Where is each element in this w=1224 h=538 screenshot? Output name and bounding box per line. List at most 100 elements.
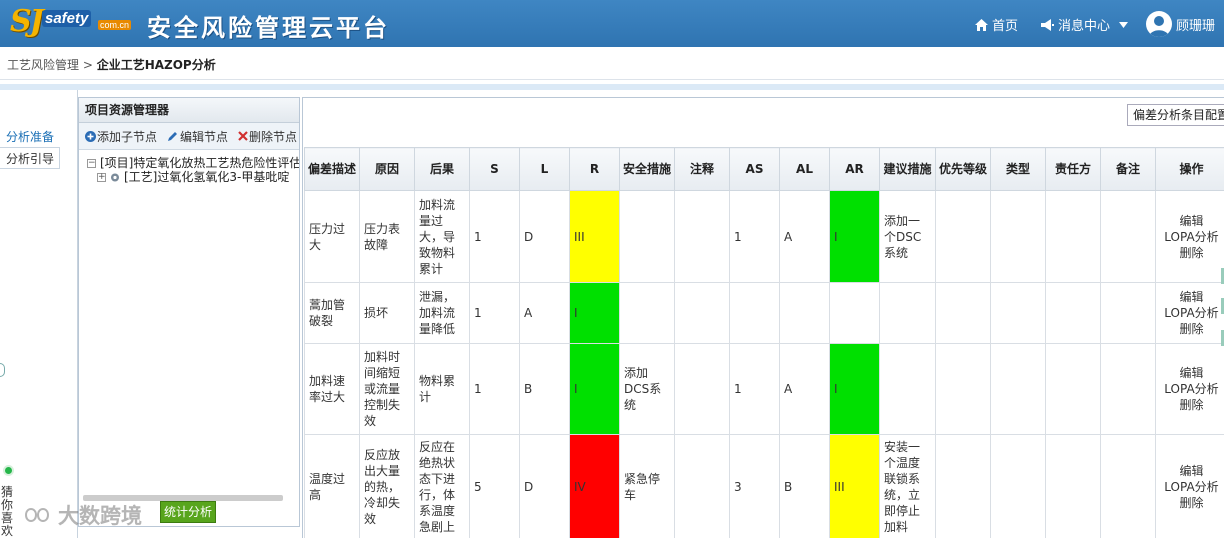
cell-note [674, 434, 730, 538]
cell-as: 3 [729, 434, 780, 538]
column-header[interactable]: AR [829, 147, 880, 191]
user-name-label: 顾珊珊 [1176, 19, 1216, 34]
cell-empty [990, 190, 1046, 283]
hazop-table: 偏差描述 原因 后果 S L R 安全措施 注释 AS AL AR 建议措施 优… [304, 147, 1224, 538]
tree-node-project[interactable]: − [项目]特定氧化放热工艺热危险性评估 [87, 156, 299, 170]
edit-node-button[interactable]: 编辑节点 [163, 127, 232, 146]
column-header[interactable]: 偏差描述 [304, 147, 360, 191]
lopa-analysis-link[interactable]: LOPA分析 [1160, 381, 1223, 397]
logo-word: safety [42, 10, 92, 27]
cell-l: A [519, 282, 570, 344]
cell-r: I [569, 343, 620, 435]
statistics-button[interactable]: 统计分析 [160, 501, 216, 523]
delete-node-button[interactable]: 删除节点 [234, 127, 301, 146]
cell-ar [829, 282, 880, 344]
column-header[interactable]: L [519, 147, 570, 191]
cell-empty [935, 190, 991, 283]
lopa-analysis-link[interactable]: LOPA分析 [1160, 305, 1223, 321]
delete-row-link[interactable]: 删除 [1160, 245, 1223, 261]
delete-row-link[interactable]: 删除 [1160, 397, 1223, 413]
column-header[interactable]: 注释 [674, 147, 730, 191]
cell-ar: III [829, 434, 880, 538]
add-child-node-label: 添加子节点 [97, 129, 158, 144]
column-header[interactable]: R [569, 147, 620, 191]
cell-l: B [519, 343, 570, 435]
cell-empty [935, 434, 991, 538]
column-header[interactable]: 类型 [990, 147, 1046, 191]
lopa-analysis-link[interactable]: LOPA分析 [1160, 479, 1223, 495]
collapse-handle[interactable] [0, 363, 5, 377]
expand-toggle-icon[interactable]: + [97, 172, 106, 182]
caret-down-icon [1119, 21, 1129, 28]
home-icon [975, 18, 988, 31]
nav-home-label: 首页 [992, 19, 1019, 34]
table-row[interactable]: 温度过高 反应放出大量的热，冷却失效 反应在绝热状态下进行，体系温度急剧上 5 D IV 紧… [304, 434, 1224, 538]
top-header-bar: SJ safety com.cn 安全风险管理云平台 首页 消息中心 顾珊珊 [0, 0, 1224, 47]
project-tree: − [项目]特定氧化放热工艺热危险性评估 + [工艺]过氧化氢氧化3-甲基吡啶 [79, 150, 299, 184]
column-header[interactable]: 安全措施 [619, 147, 675, 191]
breadcrumb-separator: > [79, 58, 97, 72]
user-name[interactable]: 顾珊珊 [1176, 15, 1215, 34]
tree-node-label: [工艺]过氧化氢氧化3-甲基吡啶 [124, 170, 290, 184]
cell-al [779, 282, 830, 344]
table-row[interactable]: 加料速率过大 加料时间缩短或流量控制失效 物料累计 1 B I 添加DCS系统 1 A I 编辑 LO… [304, 343, 1224, 435]
lopa-analysis-link[interactable]: LOPA分析 [1160, 229, 1223, 245]
column-header[interactable]: AL [779, 147, 830, 191]
table-row[interactable]: 压力过大 压力表故障 加料流量过大，导致物料累计 1 D III 1 A I 添加一个DSC系统编… [304, 190, 1224, 283]
column-header[interactable]: S [469, 147, 520, 191]
resource-panel-title: 项目资源管理器 [79, 98, 299, 123]
add-child-node-button[interactable]: 添加子节点 [81, 127, 161, 146]
table-row[interactable]: 蒿加管破裂 损坏 泄漏，加料流量降低 1 A I 编辑 LOPA分析 删除 [304, 282, 1224, 344]
cell-operations: 编辑 LOPA分析 删除 [1155, 282, 1224, 344]
deviation-config-button[interactable]: 偏差分析条目配置 [1127, 104, 1224, 126]
cell-operations: 编辑 LOPA分析 删除 [1155, 343, 1224, 435]
column-header[interactable]: 原因 [359, 147, 415, 191]
guess-you-like-widget[interactable]: 猜你喜欢 [1, 486, 15, 538]
cell-suggest: 添加一个DSC系统 [879, 190, 936, 283]
breadcrumb-current: 企业工艺HAZOP分析 [96, 58, 216, 72]
cell-conseq: 泄漏，加料流量降低 [414, 282, 470, 344]
column-header[interactable]: 操作 [1155, 147, 1224, 191]
edit-row-link[interactable]: 编辑 [1160, 463, 1223, 479]
collapse-toggle-icon[interactable]: − [87, 158, 96, 168]
cell-empty [1100, 282, 1156, 344]
edit-row-link[interactable]: 编辑 [1160, 289, 1223, 305]
nav-home-link[interactable]: 首页 [975, 15, 1018, 34]
tab-analysis-prep[interactable]: 分析准备 [0, 126, 60, 148]
nav-messages-link[interactable]: 消息中心 [1040, 15, 1129, 34]
cell-dev: 温度过高 [304, 434, 360, 538]
pencil-icon [168, 131, 178, 141]
sjsafety-logo[interactable]: SJ safety com.cn [10, 4, 138, 42]
plus-circle-icon [85, 130, 96, 142]
column-header[interactable]: 后果 [414, 147, 470, 191]
megaphone-icon [1041, 18, 1054, 31]
edit-row-link[interactable]: 编辑 [1160, 365, 1223, 381]
delete-row-link[interactable]: 删除 [1160, 495, 1223, 511]
resource-toolbar: 添加子节点 编辑节点 删除节点 [79, 123, 299, 150]
nav-messages-label: 消息中心 [1058, 19, 1111, 34]
column-header[interactable]: 备注 [1100, 147, 1156, 191]
table-header-row: 偏差描述 原因 后果 S L R 安全措施 注释 AS AL AR 建议措施 优… [304, 147, 1224, 191]
column-header[interactable]: 优先等级 [935, 147, 991, 191]
tab-analysis-guide[interactable]: 分析引导 [0, 147, 60, 169]
breadcrumb: 工艺风险管理 > 企业工艺HAZOP分析 [7, 56, 216, 73]
column-header[interactable]: 责任方 [1045, 147, 1101, 191]
cell-empty [1045, 282, 1101, 344]
user-avatar[interactable] [1146, 11, 1172, 37]
project-resource-panel: 项目资源管理器 添加子节点 编辑节点 删除节点 − [项目]特定氧化放热工艺热危… [78, 97, 300, 527]
column-header[interactable]: AS [729, 147, 780, 191]
delete-row-link[interactable]: 删除 [1160, 321, 1223, 337]
cell-al: A [779, 190, 830, 283]
hazop-analysis-panel: 偏差分析条目配置 偏差描述 原因 后果 S L R 安全措施 注释 AS AL … [302, 97, 1224, 538]
cell-cause: 损坏 [359, 282, 415, 344]
tree-node-process[interactable]: + [工艺]过氧化氢氧化3-甲基吡啶 [87, 170, 299, 184]
edit-row-link[interactable]: 编辑 [1160, 213, 1223, 229]
column-header[interactable]: 建议措施 [879, 147, 936, 191]
breadcrumb-parent[interactable]: 工艺风险管理 [7, 58, 79, 72]
cell-cause: 压力表故障 [359, 190, 415, 283]
cell-r: III [569, 190, 620, 283]
app-title: 安全风险管理云平台 [147, 14, 390, 42]
cell-r: I [569, 282, 620, 344]
online-status-icon [3, 465, 14, 476]
cell-s: 1 [469, 190, 520, 283]
